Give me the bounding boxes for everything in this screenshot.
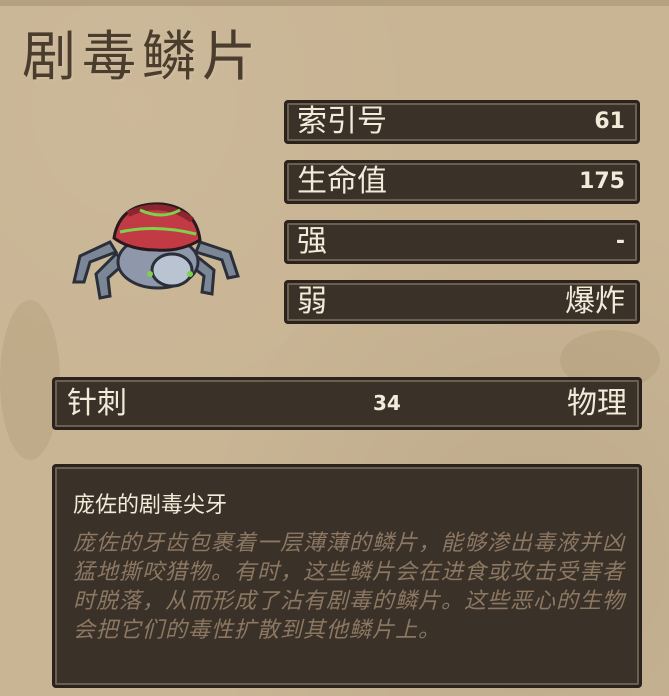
attack-damage: 34 [373,391,401,415]
stat-label: 生命值 [297,164,387,199]
creature-name-title: 剧毒鳞片 [22,25,262,88]
stat-label: 索引号 [297,104,387,139]
description-title: 庞佐的剧毒尖牙 [73,493,228,518]
stat-strong: 强 - [284,220,640,264]
stat-label: 弱 [297,284,327,319]
stat-weak: 弱 爆炸 [284,280,640,324]
description-panel: 庞佐的剧毒尖牙 庞佐的牙齿包裹着一层薄薄的鳞片，能够渗出毒液并凶猛地撕咬猎物。有… [52,464,642,688]
stat-index: 索引号 61 [284,100,640,144]
parchment-stain [0,300,60,460]
stat-value: 175 [579,169,625,194]
stat-value: 爆炸 [565,284,625,319]
stat-value: 61 [594,109,625,134]
stat-value: - [615,229,625,254]
parchment-edge [0,0,669,6]
creature-sprite [72,202,240,300]
attack-type: 物理 [567,386,627,421]
description-body: 庞佐的牙齿包裹着一层薄薄的鳞片，能够渗出毒液并凶猛地撕咬猎物。有时，这些鳞片会在… [73,531,626,643]
attack-name: 针刺 [67,386,127,421]
stat-label: 强 [297,224,327,259]
stat-hp: 生命值 175 [284,160,640,204]
attack-row: 针刺 34 物理 [52,377,642,430]
